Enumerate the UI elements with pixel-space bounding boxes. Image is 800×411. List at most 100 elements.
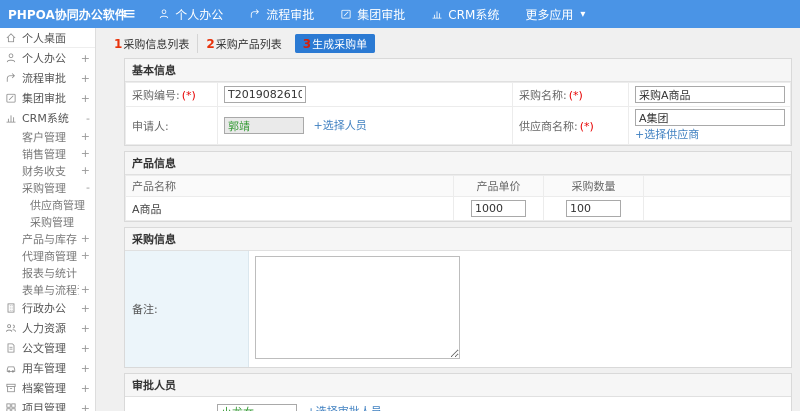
main-content: 1 采购信息列表 2 采购产品列表 3 生成采购单 基本信息 采购编号: (*) … xyxy=(96,28,800,411)
purchase-qty-input[interactable] xyxy=(566,200,621,217)
approver-label-cell: 设置审批人员:(*) xyxy=(125,397,215,411)
product-name-cell: A商品 xyxy=(125,196,454,221)
topnav-label: 集团审批 xyxy=(357,7,406,22)
sidebar-item-label: 公文管理 xyxy=(22,342,66,355)
sidebar-item-reports-stats[interactable]: 报表与统计 xyxy=(0,264,95,281)
sidebar-item-workflow-approval[interactable]: 流程审批 + xyxy=(0,68,95,88)
sidebar-item-label: 个人桌面 xyxy=(22,31,66,45)
sidebar: 个人桌面 个人办公 + 流程审批 + 集团审批 + CRM系统 - 客户管理 + xyxy=(0,28,96,411)
sidebar-item-label: 采购管理 xyxy=(30,215,74,229)
sidebar-item-hr[interactable]: 人力资源 + xyxy=(0,318,95,338)
remark-label: 备注: xyxy=(125,251,249,367)
field-label: 申请人: xyxy=(132,119,169,133)
step-number: 3 xyxy=(302,36,312,51)
sidebar-item-label: 流程审批 xyxy=(22,72,66,85)
sidebar-item-personal-desktop[interactable]: 个人桌面 xyxy=(0,28,95,48)
expand-indicator: + xyxy=(80,91,90,105)
table-row: A商品 xyxy=(125,196,791,221)
expand-indicator: + xyxy=(80,232,90,245)
topnav-group-approval[interactable]: 集团审批 xyxy=(340,6,405,23)
topnav-personal-office[interactable]: 个人办公 xyxy=(158,6,223,23)
sidebar-item-admin-office[interactable]: 行政办公 + xyxy=(0,298,95,318)
field-label: 采购名称: xyxy=(519,88,567,102)
sidebar-item-purchase-mgmt-sub[interactable]: 采购管理 xyxy=(0,213,95,230)
person-icon xyxy=(5,52,17,64)
workflow-icon xyxy=(5,72,17,84)
required-marker: (*) xyxy=(568,88,583,102)
supplier-label-cell: 供应商名称: (*) xyxy=(512,106,629,145)
product-price-input[interactable] xyxy=(471,200,526,217)
sidebar-item-document-mgmt[interactable]: 公文管理 + xyxy=(0,338,95,358)
tab-purchase-info-list[interactable]: 1 采购信息列表 xyxy=(106,34,199,53)
edit-square-icon xyxy=(5,92,17,104)
col-product-name: 产品名称 xyxy=(125,175,454,197)
bar-chart-icon xyxy=(5,112,17,124)
empty-cell xyxy=(643,196,791,221)
section-purchase-info: 采购信息 备注: xyxy=(124,227,792,368)
step-number: 1 xyxy=(114,36,123,51)
sidebar-item-label: 产品与库存 xyxy=(22,232,77,246)
section-basic-info: 基本信息 采购编号:(*) 采购名称:(*) 申请人: +选择人员 供应商名称:… xyxy=(124,58,792,146)
top-navigation: 个人办公 流程审批 集团审批 CRM系统 更多应用 ▾ xyxy=(158,6,585,23)
sidebar-item-vehicle-mgmt[interactable]: 用车管理 + xyxy=(0,358,95,378)
people-icon xyxy=(5,322,17,334)
expand-indicator: + xyxy=(80,283,90,296)
sidebar-item-agent-mgmt[interactable]: 代理商管理 + xyxy=(0,247,95,264)
person-icon xyxy=(158,8,170,20)
purchase-name-input[interactable] xyxy=(635,86,785,103)
required-marker: (*) xyxy=(579,119,594,133)
topnav-crm-system[interactable]: CRM系统 xyxy=(431,6,499,23)
topnav-label: 更多应用 xyxy=(525,7,574,22)
remark-textarea[interactable] xyxy=(255,256,460,359)
sidebar-item-crm-system[interactable]: CRM系统 - xyxy=(0,108,95,128)
workflow-icon xyxy=(249,8,261,20)
expand-indicator: - xyxy=(86,111,90,125)
app-logo: PHPOA协同办公软件 xyxy=(8,7,127,22)
section-title: 采购信息 xyxy=(125,228,791,251)
home-icon xyxy=(5,32,17,44)
tab-label: 采购产品列表 xyxy=(215,37,282,51)
section-title: 基本信息 xyxy=(125,59,791,82)
expand-indicator: + xyxy=(80,381,90,395)
sidebar-item-product-inventory[interactable]: 产品与库存 + xyxy=(0,230,95,247)
select-supplier-link[interactable]: +选择供应商 xyxy=(635,128,699,141)
bar-chart-icon xyxy=(431,8,443,20)
sidebar-item-archive-mgmt[interactable]: 档案管理 + xyxy=(0,378,95,398)
col-purchase-qty: 采购数量 xyxy=(543,175,644,197)
expand-indicator: + xyxy=(80,147,90,160)
document-icon xyxy=(5,342,17,354)
topnav-more-apps[interactable]: 更多应用 ▾ xyxy=(525,6,585,23)
sidebar-item-form-workflow-settings[interactable]: 表单与流程设置 + xyxy=(0,281,95,298)
field-label: 采购编号: xyxy=(132,88,180,102)
tab-generate-purchase-order[interactable]: 3 生成采购单 xyxy=(294,34,376,53)
sidebar-item-label: 财务收支 xyxy=(22,164,66,178)
sidebar-item-label: 用车管理 xyxy=(22,362,66,375)
sidebar-item-purchase-mgmt[interactable]: 采购管理 - xyxy=(0,179,95,196)
required-marker: (*) xyxy=(181,88,196,102)
tab-purchase-product-list[interactable]: 2 采购产品列表 xyxy=(198,34,289,53)
applicant-input[interactable] xyxy=(224,117,304,135)
approver-input[interactable] xyxy=(217,403,297,411)
section-title: 产品信息 xyxy=(125,152,791,175)
sidebar-item-supplier-mgmt[interactable]: 供应商管理 xyxy=(0,196,95,213)
sidebar-item-label: 档案管理 xyxy=(22,382,66,395)
field-label: 供应商名称: xyxy=(519,119,578,133)
purchase-no-input[interactable] xyxy=(224,86,306,103)
sidebar-item-group-approval[interactable]: 集团审批 + xyxy=(0,88,95,108)
sidebar-item-personal-office[interactable]: 个人办公 + xyxy=(0,48,95,68)
sidebar-item-label: 表单与流程设置 xyxy=(22,283,79,297)
select-approver-link[interactable]: +选择审批人员 xyxy=(307,405,382,411)
topnav-workflow-approval[interactable]: 流程审批 xyxy=(249,6,314,23)
sidebar-item-customer-mgmt[interactable]: 客户管理 + xyxy=(0,128,95,145)
purchase-name-label-cell: 采购名称: (*) xyxy=(512,82,629,107)
sidebar-item-project-mgmt[interactable]: 项目管理 + xyxy=(0,398,95,411)
hamburger-menu-icon[interactable]: ≡ xyxy=(122,5,136,23)
select-person-link[interactable]: +选择人员 xyxy=(314,119,367,132)
sidebar-item-label: 销售管理 xyxy=(22,147,66,161)
expand-indicator: + xyxy=(80,164,90,177)
expand-indicator: + xyxy=(80,361,90,375)
sidebar-item-finance[interactable]: 财务收支 + xyxy=(0,162,95,179)
supplier-input[interactable] xyxy=(635,109,785,126)
sidebar-item-sales-mgmt[interactable]: 销售管理 + xyxy=(0,145,95,162)
building-icon xyxy=(5,302,17,314)
